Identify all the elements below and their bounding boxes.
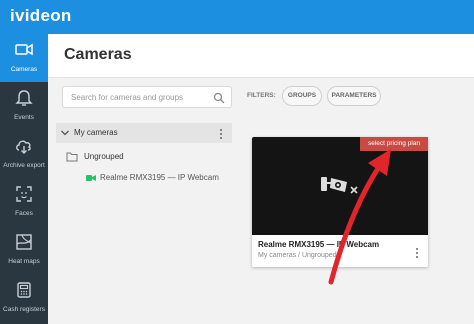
card-more-options-icon[interactable]	[416, 247, 420, 259]
camera-icon	[15, 43, 33, 56]
tree-group-label: Ungrouped	[84, 152, 124, 161]
camera-card-title[interactable]: Realme RMX3195 — IP Webcam	[258, 240, 379, 249]
sidebar-item-cash-registers[interactable]: Cash registers	[0, 274, 48, 322]
camera-preview[interactable]: select pricing plan	[252, 137, 428, 235]
search-icon[interactable]	[213, 92, 225, 104]
camera-card[interactable]: select pricing plan Realme RMX3195 — IP …	[252, 137, 428, 267]
filters-label: FILTERS:	[247, 92, 276, 99]
tree-camera-label: Realme RMX3195 — IP Webcam	[100, 173, 219, 182]
select-pricing-plan-badge[interactable]: select pricing plan	[360, 137, 428, 151]
filter-chip-groups[interactable]: GROUPS	[282, 86, 322, 106]
folder-icon	[66, 152, 78, 162]
app-logo[interactable]: ivideon	[10, 6, 72, 26]
page-title: Cameras	[64, 46, 132, 63]
sidebar-item-label: Cameras	[10, 66, 38, 73]
camera-card-subtitle: My cameras / Ungrouped	[258, 252, 337, 259]
sidebar-item-label: Events	[14, 114, 34, 121]
video-camera-icon	[86, 175, 96, 181]
search-box[interactable]	[62, 86, 232, 108]
search-input[interactable]	[71, 90, 209, 104]
camera-offline-icon	[321, 177, 358, 194]
cash-register-icon	[17, 282, 31, 298]
tree-root-my-cameras[interactable]: My cameras	[56, 123, 232, 143]
page-header: Cameras	[48, 34, 474, 78]
heatmap-icon	[16, 234, 32, 250]
camera-tree: My cameras Ungrouped Realme RMX3195 — IP…	[56, 123, 232, 324]
chevron-down-icon[interactable]	[60, 129, 70, 137]
face-icon	[16, 186, 32, 202]
cloud-download-icon	[16, 140, 31, 154]
sidebar-item-cameras[interactable]: Cameras	[0, 34, 48, 82]
tree-root-label: My cameras	[74, 128, 118, 137]
bell-icon	[15, 90, 33, 106]
sidebar-item-label: Faces	[15, 210, 33, 217]
sidebar-item-faces[interactable]: Faces	[0, 178, 48, 226]
more-options-icon[interactable]	[220, 128, 224, 140]
sidebar-item-heat-maps[interactable]: Heat maps	[0, 226, 48, 274]
top-bar: ivideon	[0, 0, 474, 34]
sidebar-item-label: Cash registers	[3, 306, 45, 313]
sidebar-item-label: Archive export	[3, 162, 45, 169]
sidebar: Cameras Events Archive export Faces Heat…	[0, 34, 48, 324]
sidebar-item-events[interactable]: Events	[0, 82, 48, 130]
sidebar-item-archive-export[interactable]: Archive export	[0, 130, 48, 178]
sidebar-item-label: Heat maps	[8, 258, 40, 265]
filter-chip-parameters[interactable]: PARAMETERS	[327, 86, 381, 106]
